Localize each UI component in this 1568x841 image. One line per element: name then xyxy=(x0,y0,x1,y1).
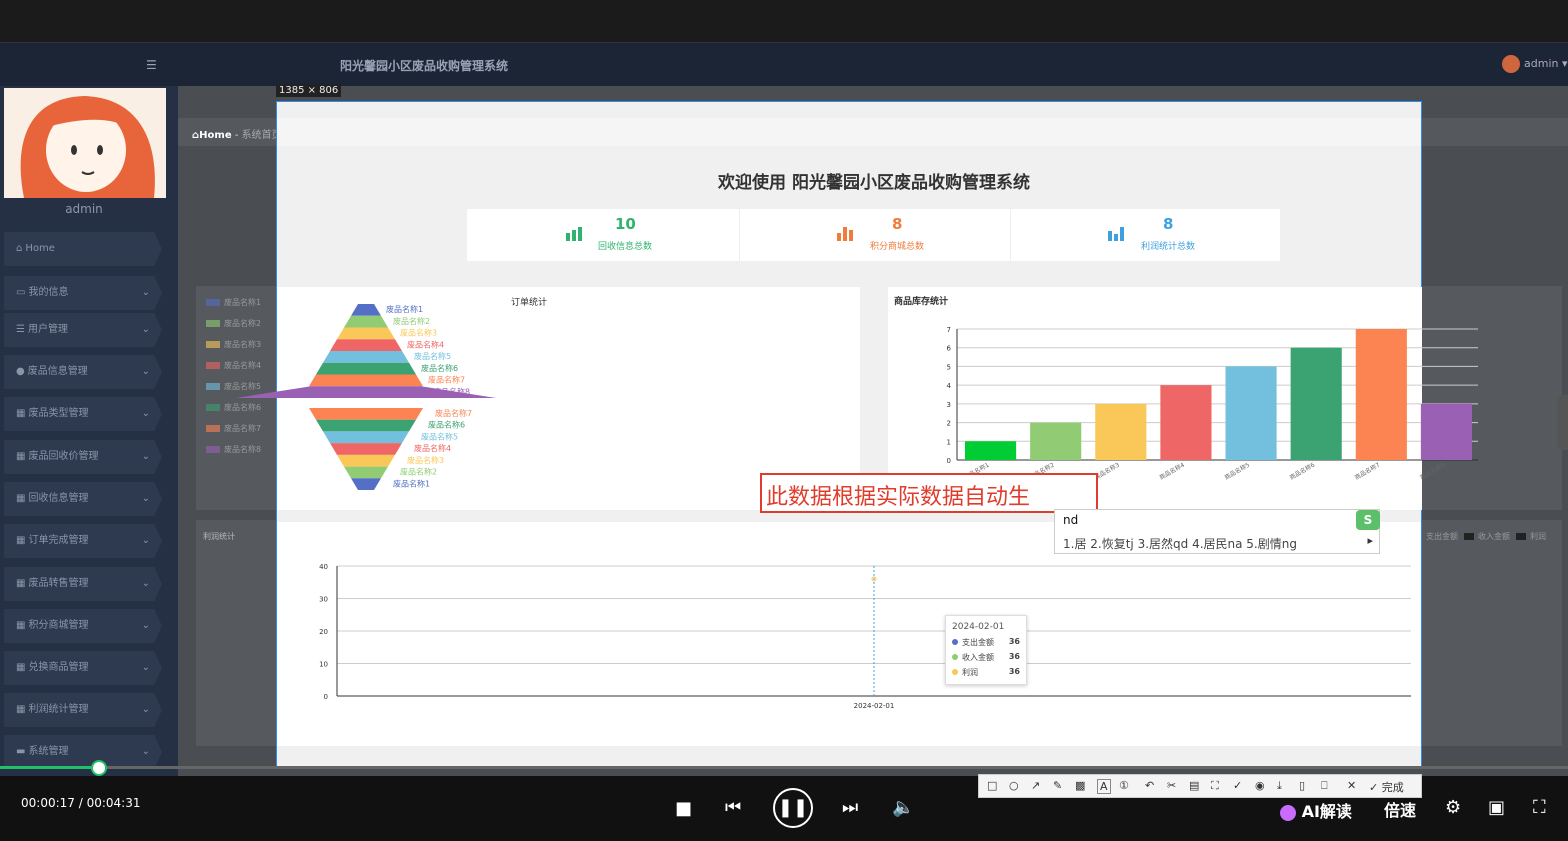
close-icon[interactable]: ✕ xyxy=(1347,779,1356,792)
tooltip-row: 利润 36 xyxy=(952,667,1020,678)
line-chart-tooltip: 2024-02-01 支出金额 36 收入金额 36 利润 36 xyxy=(945,615,1027,685)
series-dot-icon xyxy=(952,669,958,675)
previous-icon[interactable]: ⏮ xyxy=(725,797,741,818)
download-icon[interactable]: ⤓ xyxy=(1277,779,1282,793)
ime-logo-icon: S xyxy=(1356,510,1380,530)
pin-icon[interactable]: ✓ xyxy=(1233,779,1242,792)
speed-button[interactable]: 倍速 xyxy=(1384,797,1416,821)
y-tick-label: 10 xyxy=(319,661,328,669)
done-button[interactable]: ✓ 完成 xyxy=(1369,779,1404,795)
number-tool-icon[interactable]: ① xyxy=(1119,779,1129,792)
pip-icon[interactable]: ▣ xyxy=(1488,797,1505,818)
text-tool-icon[interactable]: A xyxy=(1097,779,1111,794)
mosaic-tool-icon[interactable]: ▩ xyxy=(1075,779,1085,792)
video-progress-fill xyxy=(0,766,99,769)
crop-icon[interactable]: ✂ xyxy=(1167,779,1176,792)
series-dot-icon xyxy=(952,639,958,645)
settings-icon[interactable]: ⚙ xyxy=(1445,797,1461,818)
ime-composed-text: 此数据根据实际数据自动生 xyxy=(766,485,1031,510)
arrow-tool-icon[interactable]: ↗ xyxy=(1031,779,1040,792)
ai-icon xyxy=(1280,804,1296,821)
undo-icon[interactable]: ↶ xyxy=(1145,779,1154,792)
volume-icon[interactable]: 🔈 xyxy=(892,797,914,818)
x-tick-label: 2024-02-01 xyxy=(854,702,895,710)
ime-code: nd xyxy=(1063,513,1079,527)
ime-candidates[interactable]: 1.居 2.恢复tj 3.居然qd 4.居民na 5.剧情ng xyxy=(1063,535,1297,552)
y-tick-label: 20 xyxy=(319,628,328,636)
record-icon[interactable]: ◉ xyxy=(1255,779,1265,792)
pause-button[interactable]: ❚❚ xyxy=(773,788,813,828)
tooltip-row: 支出金额 36 xyxy=(952,637,1020,648)
y-tick-label: 0 xyxy=(324,693,328,701)
ellipse-tool-icon[interactable]: ○ xyxy=(1009,779,1019,792)
save-icon[interactable]: ▯ xyxy=(1299,779,1305,792)
ocr-icon[interactable]: ▤ xyxy=(1189,779,1199,792)
ime-candidate-popup[interactable]: nd 1.居 2.恢复tj 3.居然qd 4.居民na 5.剧情ng ▸ xyxy=(1054,509,1380,554)
pen-tool-icon[interactable]: ✎ xyxy=(1053,779,1062,792)
line-chart: 0 10 20 30 40 2024-02-01 xyxy=(319,563,1411,710)
video-time: 00:00:17 / 00:04:31 xyxy=(21,796,141,810)
stop-icon[interactable]: ■ xyxy=(675,798,692,819)
ai-summary-button[interactable]: AI解读 xyxy=(1280,798,1352,822)
side-handle[interactable] xyxy=(1557,395,1568,450)
video-progress-knob[interactable] xyxy=(90,760,107,776)
tooltip-row: 收入金额 36 xyxy=(952,652,1020,663)
snip-toolbar: □ ○ ↗ ✎ ▩ A ① ↶ ✂ ▤ ⛶ ✓ ◉ ⤓ ▯ ⎕ ✕ ✓ 完成 xyxy=(978,774,1422,798)
y-tick-label: 30 xyxy=(319,596,328,604)
series-dot-icon xyxy=(952,654,958,660)
bookmark-icon[interactable]: ⎕ xyxy=(1321,779,1328,793)
rect-tool-icon[interactable]: □ xyxy=(987,779,997,792)
video-progress-track[interactable] xyxy=(0,766,1568,769)
fullscreen-icon[interactable]: ⛶ xyxy=(1211,779,1219,793)
y-tick-label: 40 xyxy=(319,563,328,571)
next-icon[interactable]: ⏭ xyxy=(842,797,858,818)
fullscreen-toggle-icon[interactable]: ⛶ xyxy=(1533,797,1546,818)
ime-next-icon[interactable]: ▸ xyxy=(1367,534,1373,547)
